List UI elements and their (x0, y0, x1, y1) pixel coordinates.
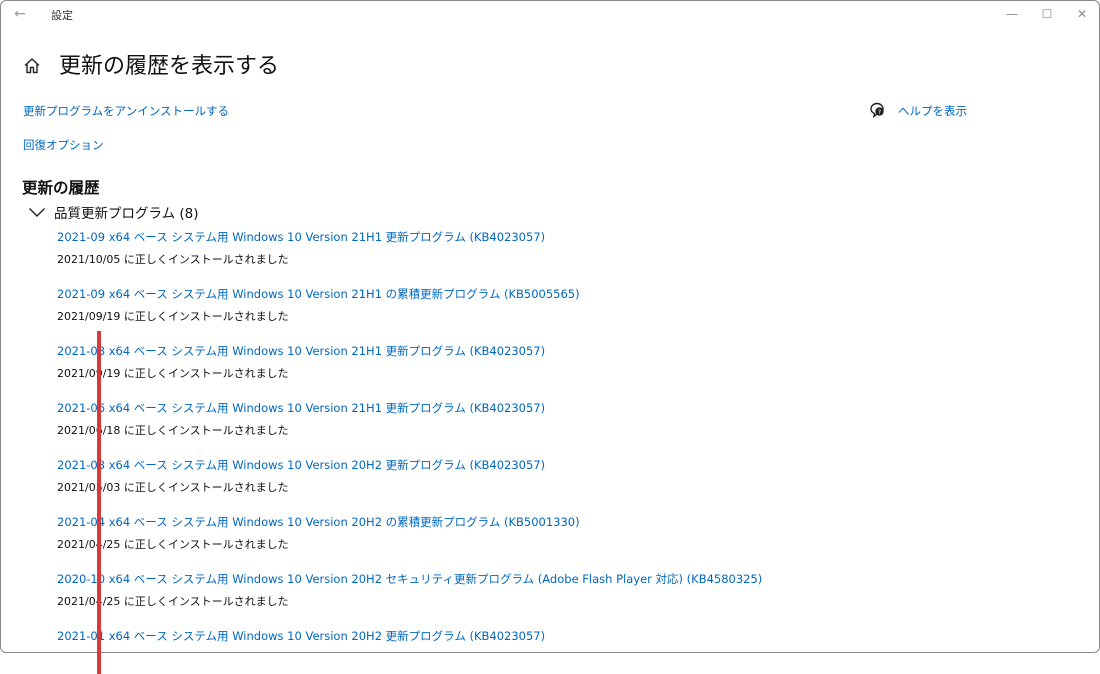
install-status: 2021/06/18 に正しくインストールされました (57, 424, 289, 437)
title-bar: ← 設定 — ☐ ✕ (1, 1, 1099, 29)
settings-window: ← 設定 — ☐ ✕ 更新の履歴を表示する 更新プログラムをアンインストールする… (0, 0, 1100, 653)
svg-text:?: ? (878, 109, 881, 116)
section-title: 更新の履歴 (22, 179, 100, 197)
recovery-options-link[interactable]: 回復オプション (23, 137, 104, 153)
list-item: 2021-04 x64 ベース システム用 Windows 10 Version… (57, 513, 1057, 570)
help-chat-icon[interactable]: ? (869, 102, 886, 118)
list-item: 2021-06 x64 ベース システム用 Windows 10 Version… (57, 399, 1057, 456)
install-status: 2021/04/25 に正しくインストールされました (57, 538, 289, 551)
update-link[interactable]: 2021-09 x64 ベース システム用 Windows 10 Version… (57, 285, 580, 303)
update-link[interactable]: 2021-01 x64 ベース システム用 Windows 10 Version… (57, 627, 545, 645)
install-status: 2021/09/19 に正しくインストールされました (57, 367, 289, 380)
list-item: 2020-10 x64 ベース システム用 Windows 10 Version… (57, 570, 1057, 627)
help-link[interactable]: ヘルプを表示 (898, 103, 967, 119)
home-icon[interactable] (22, 56, 42, 76)
update-link[interactable]: 2020-10 x64 ベース システム用 Windows 10 Version… (57, 570, 762, 588)
highlight-marker-line (97, 331, 101, 674)
update-link[interactable]: 2021-06 x64 ベース システム用 Windows 10 Version… (57, 399, 545, 417)
install-status: 2021/04/25 に正しくインストールされました (57, 595, 289, 608)
minimize-button[interactable]: — (995, 3, 1029, 25)
update-link[interactable]: 2021-09 x64 ベース システム用 Windows 10 Version… (57, 228, 545, 246)
update-link[interactable]: 2021-04 x64 ベース システム用 Windows 10 Version… (57, 513, 580, 531)
list-item: 2021-01 x64 ベース システム用 Windows 10 Version… (57, 627, 1057, 652)
install-status: 2021/10/05 に正しくインストールされました (57, 253, 289, 266)
close-button[interactable]: ✕ (1065, 3, 1099, 25)
list-item: 2021-03 x64 ベース システム用 Windows 10 Version… (57, 456, 1057, 513)
maximize-button[interactable]: ☐ (1030, 3, 1064, 25)
install-status: 2021/05/03 に正しくインストールされました (57, 481, 289, 494)
list-item: 2021-09 x64 ベース システム用 Windows 10 Version… (57, 285, 1057, 342)
page-title: 更新の履歴を表示する (59, 54, 280, 79)
update-link[interactable]: 2021-08 x64 ベース システム用 Windows 10 Version… (57, 342, 545, 360)
back-arrow-icon[interactable]: ← (9, 3, 31, 25)
group-label: 品質更新プログラム (8) (54, 206, 199, 222)
uninstall-updates-link[interactable]: 更新プログラムをアンインストールする (23, 103, 229, 119)
quality-updates-group-toggle[interactable]: 品質更新プログラム (8) (28, 202, 199, 222)
list-item: 2021-08 x64 ベース システム用 Windows 10 Version… (57, 342, 1057, 399)
window-title: 設定 (51, 9, 73, 22)
update-history-list: 2021-09 x64 ベース システム用 Windows 10 Version… (57, 228, 1057, 652)
chevron-down-icon (29, 208, 45, 217)
list-item: 2021-09 x64 ベース システム用 Windows 10 Version… (57, 228, 1057, 285)
install-status: 2021/09/19 に正しくインストールされました (57, 310, 289, 323)
update-link[interactable]: 2021-03 x64 ベース システム用 Windows 10 Version… (57, 456, 545, 474)
